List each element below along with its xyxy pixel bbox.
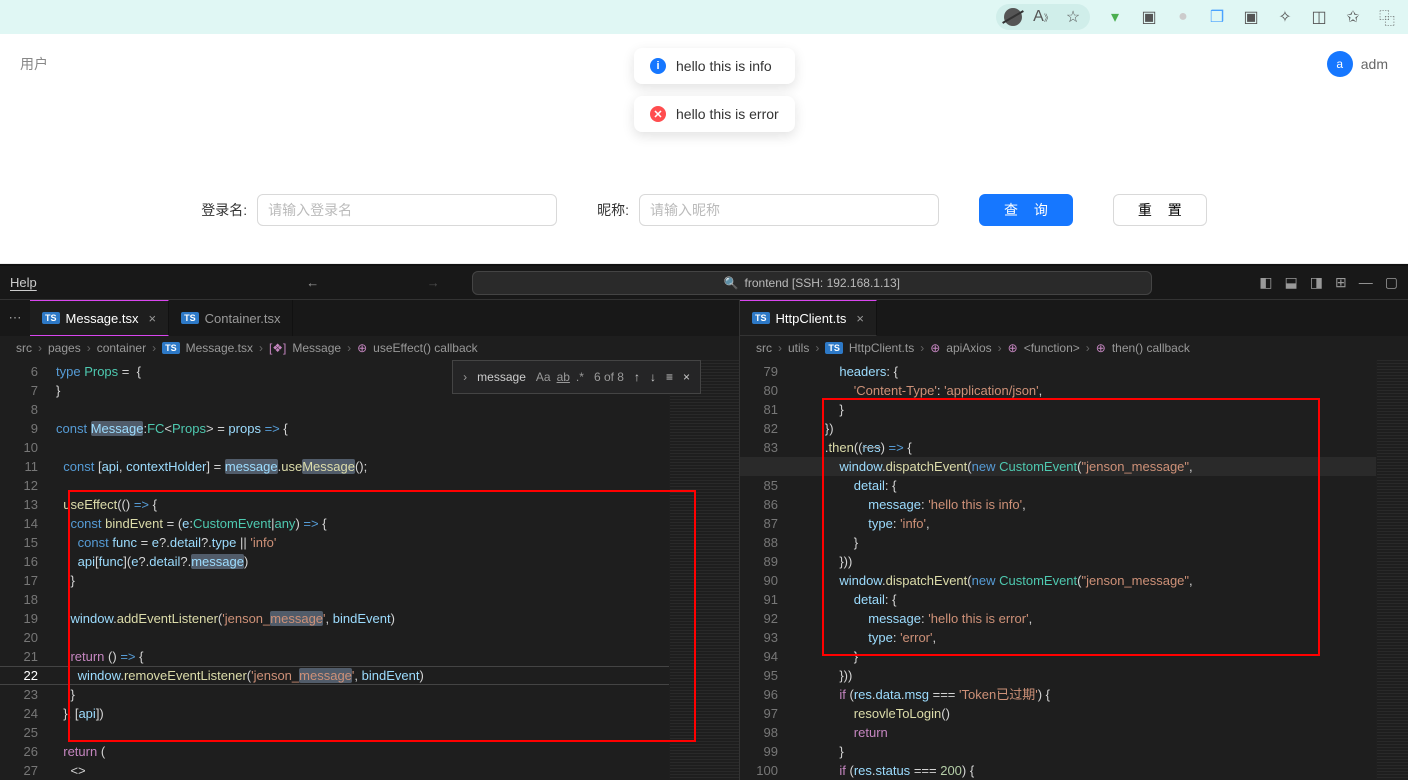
minimap[interactable] — [1376, 360, 1408, 780]
browser-chrome: A》 ☆ ▾ ▣ ● ❒ ▣ ✧ ◫ ✩ ⿻ — [0, 0, 1408, 34]
vscode-window: Help ← → 🔍 frontend [SSH: 192.168.1.13] … — [0, 264, 1408, 780]
error-icon: ✕ — [650, 106, 666, 122]
nav-fwd-icon[interactable]: → — [427, 275, 440, 290]
next-match-icon[interactable]: ↓ — [650, 370, 656, 384]
code-left[interactable]: type Props = { } const Message:FC<Props>… — [50, 360, 669, 780]
editor-left[interactable]: 6789101112131415161718192021222324252627… — [0, 360, 739, 780]
search-icon: 🔍 — [724, 276, 739, 290]
circle-icon[interactable]: ● — [1174, 8, 1192, 26]
editor-pane-left: ⋯ TS Message.tsx × TS Container.tsx src› pa… — [0, 300, 740, 780]
layout-right-icon[interactable]: ◨ — [1310, 274, 1323, 291]
nick-label: 昵称: — [597, 200, 629, 220]
info-icon: i — [650, 58, 666, 74]
tab-label: Container.tsx — [205, 311, 281, 326]
close-icon[interactable]: × — [856, 311, 864, 326]
match-case-icon[interactable]: Aa — [536, 370, 551, 384]
close-icon[interactable]: × — [683, 370, 690, 384]
minimize-icon[interactable]: — — [1359, 274, 1373, 291]
whole-word-icon[interactable]: ab — [557, 370, 570, 384]
prev-match-icon[interactable]: ↑ — [634, 370, 640, 384]
tab-httpclient[interactable]: TS HttpClient.ts × — [740, 300, 877, 336]
find-in-selection-icon[interactable]: ≡ — [666, 370, 673, 384]
code-right[interactable]: headers: { 'Content-Type': 'application/… — [790, 360, 1376, 780]
chevron-right-icon[interactable]: › — [463, 370, 467, 384]
breadcrumb-left[interactable]: src› pages› container› TSMessage.tsx› [❖… — [0, 336, 739, 360]
cube-icon[interactable]: ❒ — [1208, 8, 1226, 26]
nav-back-icon[interactable]: ← — [306, 275, 319, 290]
maximize-icon[interactable]: ▢ — [1385, 274, 1398, 291]
ts-icon: TS — [752, 312, 770, 324]
chrome-toolbar-pill: A》 ☆ — [996, 4, 1090, 30]
workspace-title: frontend [SSH: 192.168.1.13] — [745, 276, 900, 290]
layout-left-icon[interactable]: ◧ — [1259, 274, 1272, 291]
find-input[interactable]: message — [477, 370, 526, 384]
toast-info: i hello this is info — [634, 48, 795, 84]
extensions-icon[interactable]: ✧ — [1276, 8, 1294, 26]
tab-message[interactable]: TS Message.tsx × — [30, 300, 169, 336]
login-label: 登录名: — [201, 200, 247, 220]
layout-bottom-icon[interactable]: ⬓ — [1285, 274, 1298, 291]
tabs-right: TS HttpClient.ts × — [740, 300, 1408, 336]
page-title: 用户 — [20, 54, 48, 74]
minimap[interactable] — [669, 360, 739, 780]
toast-error: ✕ hello this is error — [634, 96, 795, 132]
collections-icon[interactable]: ✩ — [1344, 8, 1362, 26]
ts-icon: TS — [825, 342, 843, 354]
ts-icon: TS — [42, 312, 60, 324]
square-icon[interactable]: ▣ — [1242, 8, 1260, 26]
shield-icon[interactable]: ▾ — [1106, 8, 1124, 26]
menu-help[interactable]: Help — [10, 275, 37, 290]
split-icon[interactable]: ◫ — [1310, 8, 1328, 26]
close-icon[interactable]: × — [149, 311, 157, 326]
nick-field: 昵称: — [597, 194, 939, 226]
more-icon[interactable]: ⋯ — [0, 300, 30, 336]
reset-button[interactable]: 重 置 — [1113, 194, 1207, 226]
editor-pane-right: TS HttpClient.ts × src› utils› TSHttpClien… — [740, 300, 1408, 780]
command-center[interactable]: 🔍 frontend [SSH: 192.168.1.13] — [472, 271, 1152, 295]
nick-input[interactable] — [639, 194, 939, 226]
mask-icon[interactable]: ▣ — [1140, 8, 1158, 26]
ts-icon: TS — [181, 312, 199, 324]
read-aloud-icon[interactable]: A》 — [1034, 8, 1052, 26]
ts-icon: TS — [162, 342, 180, 354]
copy-icon[interactable]: ⿻ — [1378, 8, 1396, 26]
tabs-left: ⋯ TS Message.tsx × TS Container.tsx — [0, 300, 739, 336]
toast-text: hello this is info — [676, 58, 772, 74]
breadcrumb-right[interactable]: src› utils› TSHttpClient.ts› ⊕apiAxios› … — [740, 336, 1408, 360]
query-button[interactable]: 查 询 — [979, 194, 1073, 226]
user-label: adm — [1361, 56, 1388, 72]
toast-stack: i hello this is info ✕ hello this is error — [634, 48, 795, 132]
tab-label: HttpClient.ts — [776, 311, 847, 326]
avatar[interactable]: a — [1327, 51, 1353, 77]
login-field: 登录名: — [201, 194, 557, 226]
find-count: 6 of 8 — [594, 370, 624, 384]
vscode-titlebar: Help ← → 🔍 frontend [SSH: 192.168.1.13] … — [0, 266, 1408, 300]
tab-container[interactable]: TS Container.tsx — [169, 300, 293, 336]
toast-text: hello this is error — [676, 106, 779, 122]
tracking-off-icon[interactable] — [1004, 8, 1022, 26]
login-input[interactable] — [257, 194, 557, 226]
editor-right[interactable]: 7980818283848586878889909192939495969798… — [740, 360, 1408, 780]
regex-icon[interactable]: .* — [576, 370, 584, 384]
gutter-right: 7980818283848586878889909192939495969798… — [740, 360, 790, 780]
tab-label: Message.tsx — [66, 311, 139, 326]
favorite-icon[interactable]: ☆ — [1064, 8, 1082, 26]
gutter-left: 6789101112131415161718192021222324252627 — [0, 360, 50, 780]
layout-custom-icon[interactable]: ⊞ — [1335, 274, 1347, 291]
find-widget[interactable]: › message Aaab .* 6 of 8 ↑ ↓ ≡ × — [452, 360, 701, 394]
